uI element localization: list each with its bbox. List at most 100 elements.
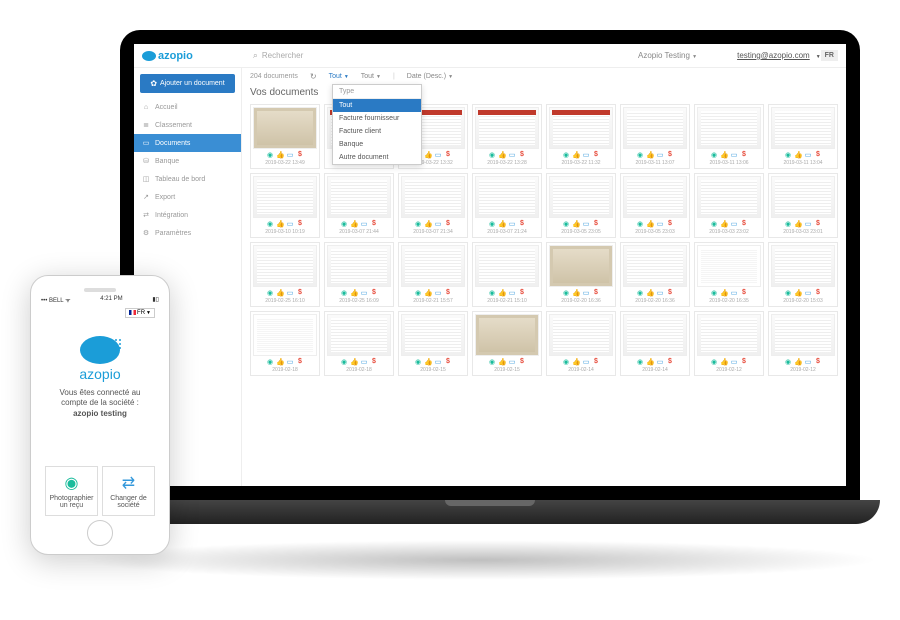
dropdown-option[interactable]: Banque [333,138,421,151]
file-icon[interactable]: ▭ [656,220,664,228]
eye-icon[interactable]: ◉ [488,289,496,297]
dollar-icon[interactable]: $ [444,220,452,228]
dollar-icon[interactable]: $ [814,358,822,366]
dropdown-option[interactable]: Autre document [333,151,421,164]
filter-type[interactable]: Tout [329,73,349,80]
switch-company-button[interactable]: ⇄ Changer de société [102,466,155,516]
document-card[interactable]: ◉👍▭$2019-02-18 [324,311,394,376]
eye-icon[interactable]: ◉ [636,220,644,228]
dollar-icon[interactable]: $ [666,220,674,228]
thumbs-up-icon[interactable]: 👍 [794,289,802,297]
document-card[interactable]: ◉👍▭$2019-02-21 15:57 [398,242,468,307]
user-email-link[interactable]: testing@azopio.com [737,51,810,60]
dollar-icon[interactable]: $ [666,289,674,297]
document-card[interactable]: ◉👍▭$2019-03-05 23:03 [620,173,690,238]
dollar-icon[interactable]: $ [666,151,674,159]
dollar-icon[interactable]: $ [296,358,304,366]
thumbs-up-icon[interactable]: 👍 [350,358,358,366]
eye-icon[interactable]: ◉ [784,358,792,366]
eye-icon[interactable]: ◉ [488,151,496,159]
eye-icon[interactable]: ◉ [784,151,792,159]
eye-icon[interactable]: ◉ [488,358,496,366]
dollar-icon[interactable]: $ [444,289,452,297]
refresh-icon[interactable] [310,72,317,81]
eye-icon[interactable]: ◉ [266,220,274,228]
dollar-icon[interactable]: $ [444,358,452,366]
document-card[interactable]: ◉👍▭$2019-03-11 13:07 [620,104,690,169]
eye-icon[interactable]: ◉ [340,358,348,366]
dollar-icon[interactable]: $ [592,289,600,297]
file-icon[interactable]: ▭ [286,289,294,297]
document-card[interactable]: ◉👍▭$2019-02-14 [620,311,690,376]
document-card[interactable]: ◉👍▭$2019-03-03 23:01 [768,173,838,238]
file-icon[interactable]: ▭ [582,151,590,159]
document-card[interactable]: ◉👍▭$2019-02-21 15:10 [472,242,542,307]
thumbs-up-icon[interactable]: 👍 [720,151,728,159]
document-card[interactable]: ◉👍▭$2019-03-05 23:05 [546,173,616,238]
dollar-icon[interactable]: $ [370,358,378,366]
file-icon[interactable]: ▭ [582,220,590,228]
eye-icon[interactable]: ◉ [414,358,422,366]
file-icon[interactable]: ▭ [286,220,294,228]
lang-badge[interactable]: FR [821,50,838,61]
document-card[interactable]: ◉👍▭$2019-03-07 21:24 [472,173,542,238]
sidebar-item-tableau-de-bord[interactable]: ◫Tableau de bord [134,170,241,188]
eye-icon[interactable]: ◉ [636,151,644,159]
file-icon[interactable]: ▭ [804,289,812,297]
file-icon[interactable]: ▭ [730,220,738,228]
document-card[interactable]: ◉👍▭$2019-02-15 [398,311,468,376]
file-icon[interactable]: ▭ [804,220,812,228]
thumbs-up-icon[interactable]: 👍 [646,151,654,159]
thumbs-up-icon[interactable]: 👍 [720,358,728,366]
dollar-icon[interactable]: $ [518,220,526,228]
document-card[interactable]: ◉👍▭$2019-03-11 13:06 [694,104,764,169]
dollar-icon[interactable]: $ [814,151,822,159]
file-icon[interactable]: ▭ [804,358,812,366]
file-icon[interactable]: ▭ [286,358,294,366]
thumbs-up-icon[interactable]: 👍 [424,289,432,297]
eye-icon[interactable]: ◉ [266,289,274,297]
dollar-icon[interactable]: $ [370,220,378,228]
thumbs-up-icon[interactable]: 👍 [350,289,358,297]
eye-icon[interactable]: ◉ [266,151,274,159]
dollar-icon[interactable]: $ [814,289,822,297]
dollar-icon[interactable]: $ [370,289,378,297]
file-icon[interactable]: ▭ [508,151,516,159]
dollar-icon[interactable]: $ [814,220,822,228]
eye-icon[interactable]: ◉ [266,358,274,366]
document-card[interactable]: ◉👍▭$2019-03-03 23:02 [694,173,764,238]
dropdown-option[interactable]: Tout [333,99,421,112]
eye-icon[interactable]: ◉ [340,220,348,228]
thumbs-up-icon[interactable]: 👍 [498,151,506,159]
dollar-icon[interactable]: $ [518,358,526,366]
eye-icon[interactable]: ◉ [784,220,792,228]
file-icon[interactable]: ▭ [730,289,738,297]
file-icon[interactable]: ▭ [434,289,442,297]
file-icon[interactable]: ▭ [286,151,294,159]
sidebar-item-accueil[interactable]: ⌂Accueil [134,99,241,116]
dollar-icon[interactable]: $ [592,220,600,228]
eye-icon[interactable]: ◉ [340,289,348,297]
sidebar-item-banque[interactable]: ⛁Banque [134,152,241,170]
document-card[interactable]: ◉👍▭$2019-03-07 21:34 [398,173,468,238]
document-card[interactable]: ◉👍▭$2019-02-20 16:36 [546,242,616,307]
filter-sort[interactable]: Date (Desc.) [407,73,453,80]
eye-icon[interactable]: ◉ [710,358,718,366]
file-icon[interactable]: ▭ [360,220,368,228]
thumbs-up-icon[interactable]: 👍 [646,358,654,366]
sidebar-item-classement[interactable]: ≣Classement [134,116,241,134]
eye-icon[interactable]: ◉ [488,220,496,228]
eye-icon[interactable]: ◉ [414,220,422,228]
thumbs-up-icon[interactable]: 👍 [720,220,728,228]
dollar-icon[interactable]: $ [740,220,748,228]
thumbs-up-icon[interactable]: 👍 [572,358,580,366]
eye-icon[interactable]: ◉ [636,289,644,297]
document-card[interactable]: ◉👍▭$2019-02-14 [546,311,616,376]
file-icon[interactable]: ▭ [730,151,738,159]
document-card[interactable]: ◉👍▭$2019-02-15 [472,311,542,376]
thumbs-up-icon[interactable]: 👍 [646,220,654,228]
sidebar-item-documents[interactable]: ▭Documents [134,134,241,152]
file-icon[interactable]: ▭ [434,220,442,228]
document-card[interactable]: ◉👍▭$2019-02-25 16:10 [250,242,320,307]
phone-lang-selector[interactable]: FR▼ [125,308,155,318]
